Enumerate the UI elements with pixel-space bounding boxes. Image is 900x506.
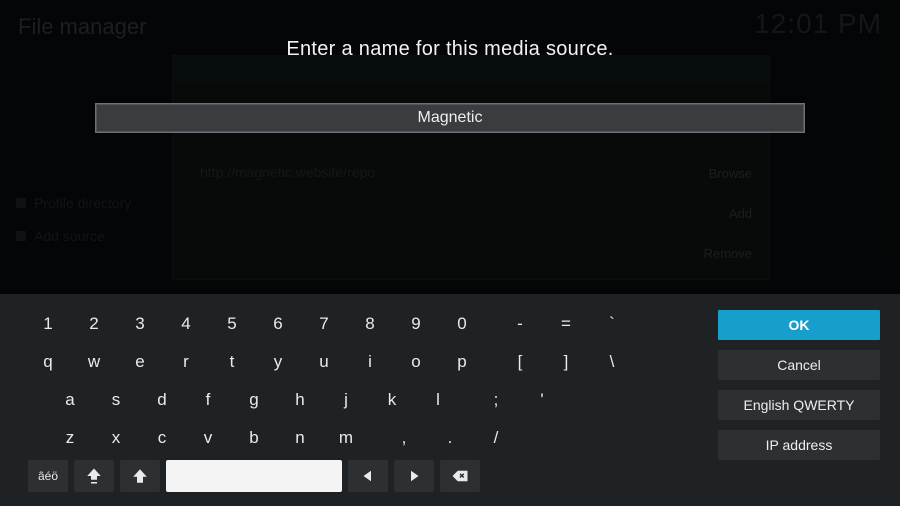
- key-t[interactable]: t: [212, 346, 252, 378]
- key-bracket-open[interactable]: [: [500, 346, 540, 378]
- key-6[interactable]: 6: [258, 308, 298, 340]
- key-row-1: 1 2 3 4 5 6 7 8 9 0 - = `: [28, 308, 694, 340]
- key-c[interactable]: c: [142, 422, 182, 454]
- key-0[interactable]: 0: [442, 308, 482, 340]
- key-slash[interactable]: /: [476, 422, 516, 454]
- key-x[interactable]: x: [96, 422, 136, 454]
- key-8[interactable]: 8: [350, 308, 390, 340]
- on-screen-keyboard: 1 2 3 4 5 6 7 8 9 0 - = ` q w e r t y u …: [0, 294, 900, 506]
- key-comma[interactable]: ,: [384, 422, 424, 454]
- key-semicolon[interactable]: ;: [476, 384, 516, 416]
- key-apostrophe[interactable]: ': [522, 384, 562, 416]
- key-9[interactable]: 9: [396, 308, 436, 340]
- key-row-4: z x c v b n m , . /: [50, 422, 694, 454]
- shift-icon: [131, 467, 149, 485]
- ip-address-button[interactable]: IP address: [718, 430, 880, 460]
- key-1[interactable]: 1: [28, 308, 68, 340]
- media-source-name-input[interactable]: [95, 103, 805, 133]
- key-grid: 1 2 3 4 5 6 7 8 9 0 - = ` q w e r t y u …: [20, 308, 694, 492]
- key-5[interactable]: 5: [212, 308, 252, 340]
- key-3[interactable]: 3: [120, 308, 160, 340]
- key-equals[interactable]: =: [546, 308, 586, 340]
- key-caps-lock[interactable]: [74, 460, 114, 492]
- key-space[interactable]: [166, 460, 342, 492]
- key-cursor-left[interactable]: [348, 460, 388, 492]
- key-w[interactable]: w: [74, 346, 114, 378]
- key-z[interactable]: z: [50, 422, 90, 454]
- key-backspace[interactable]: [440, 460, 480, 492]
- key-q[interactable]: q: [28, 346, 68, 378]
- key-2[interactable]: 2: [74, 308, 114, 340]
- key-a[interactable]: a: [50, 384, 90, 416]
- caret-left-icon: [359, 467, 377, 485]
- key-k[interactable]: k: [372, 384, 412, 416]
- key-row-2: q w e r t y u i o p [ ] \: [28, 346, 694, 378]
- key-v[interactable]: v: [188, 422, 228, 454]
- key-shift[interactable]: [120, 460, 160, 492]
- key-e[interactable]: e: [120, 346, 160, 378]
- keyboard-side-buttons: OK Cancel English QWERTY IP address: [718, 308, 880, 492]
- key-r[interactable]: r: [166, 346, 206, 378]
- key-backtick[interactable]: `: [592, 308, 632, 340]
- key-g[interactable]: g: [234, 384, 274, 416]
- key-m[interactable]: m: [326, 422, 366, 454]
- cancel-button[interactable]: Cancel: [718, 350, 880, 380]
- caret-right-icon: [405, 467, 423, 485]
- key-backslash[interactable]: \: [592, 346, 632, 378]
- key-4[interactable]: 4: [166, 308, 206, 340]
- key-o[interactable]: o: [396, 346, 436, 378]
- key-n[interactable]: n: [280, 422, 320, 454]
- key-minus[interactable]: -: [500, 308, 540, 340]
- key-j[interactable]: j: [326, 384, 366, 416]
- key-bracket-close[interactable]: ]: [546, 346, 586, 378]
- key-h[interactable]: h: [280, 384, 320, 416]
- layout-button[interactable]: English QWERTY: [718, 390, 880, 420]
- key-row-5: âéö: [28, 460, 694, 492]
- key-i[interactable]: i: [350, 346, 390, 378]
- key-u[interactable]: u: [304, 346, 344, 378]
- key-period[interactable]: .: [430, 422, 470, 454]
- caps-lock-icon: [85, 467, 103, 485]
- key-p[interactable]: p: [442, 346, 482, 378]
- key-d[interactable]: d: [142, 384, 182, 416]
- key-cursor-right[interactable]: [394, 460, 434, 492]
- dialog-prompt: Enter a name for this media source.: [286, 38, 613, 61]
- backspace-icon: [451, 467, 469, 485]
- key-y[interactable]: y: [258, 346, 298, 378]
- input-dialog: Enter a name for this media source.: [0, 0, 900, 294]
- key-row-3: a s d f g h j k l ; ': [50, 384, 694, 416]
- key-accents[interactable]: âéö: [28, 460, 68, 492]
- key-l[interactable]: l: [418, 384, 458, 416]
- key-7[interactable]: 7: [304, 308, 344, 340]
- key-f[interactable]: f: [188, 384, 228, 416]
- ok-button[interactable]: OK: [718, 310, 880, 340]
- key-b[interactable]: b: [234, 422, 274, 454]
- key-s[interactable]: s: [96, 384, 136, 416]
